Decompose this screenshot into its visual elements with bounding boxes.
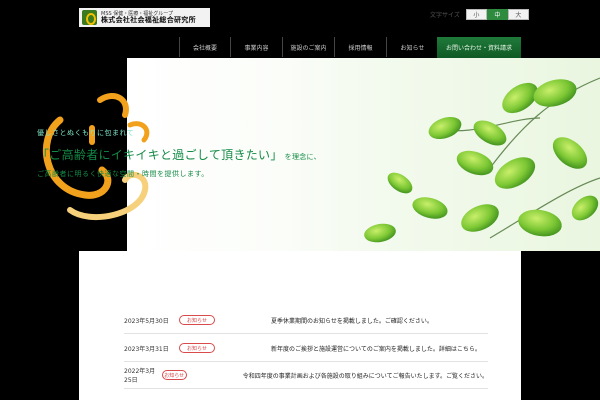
nav-item-facilities[interactable]: 施設のご案内	[283, 37, 335, 57]
hero-lead: 優しさとぬくもりに包まれて	[37, 129, 135, 137]
font-size-label: 文字サイズ	[430, 12, 460, 19]
logo-company-name: 株式会社社会福祉総合研究所	[101, 15, 196, 24]
news-row[interactable]: 2022年3月25日 お知らせ 令和四年度の事業計画および各施設の取り組みについ…	[124, 362, 488, 389]
nav-item-services[interactable]: 事業内容	[231, 37, 283, 57]
news-row[interactable]: 2023年3月31日 お知らせ 新年度のご挨拶と施設運営についてのご案内を掲載し…	[124, 335, 488, 362]
news-title-link[interactable]: 夏季休業期間のお知らせを掲載しました。ご確認ください。	[271, 316, 433, 325]
news-date: 2023年5月30日	[124, 317, 169, 325]
hero-title-suffix: を理念に、	[284, 153, 321, 161]
nav-item-news[interactable]: お知らせ	[387, 37, 439, 57]
hero-copy: 優しさとぬくもりに包まれて 「ご高齢者にイキイキと過ごして頂きたい」 を理念に、 …	[37, 128, 321, 179]
hero-subtitle: ご高齢者に明るく快適な空間・時間を提供します。	[37, 170, 209, 178]
logo-text: MSS 保健・医療・福祉グループ 株式会社社会福祉総合研究所	[101, 11, 196, 24]
news-row[interactable]: 2023年5月30日 お知らせ 夏季休業期間のお知らせを掲載しました。ご確認くだ…	[124, 307, 488, 334]
global-nav: 会社概要 事業内容 施設のご案内 採用情報 お知らせ	[179, 37, 439, 57]
font-size-switcher: 文字サイズ 小 中 大	[430, 9, 529, 20]
news-section: 2023年5月30日 お知らせ 夏季休業期間のお知らせを掲載しました。ご確認くだ…	[79, 251, 521, 400]
news-category-badge: お知らせ	[179, 315, 215, 325]
contact-button[interactable]: お問い合わせ・資料請求	[437, 37, 521, 58]
hero-title: 「ご高齢者にイキイキと過ごして頂きたい」 を理念に、	[37, 146, 321, 163]
news-category-badge: お知らせ	[161, 370, 187, 380]
news-date: 2022年3月25日	[124, 368, 156, 384]
logo-mark-icon	[82, 10, 97, 25]
nav-item-company[interactable]: 会社概要	[179, 37, 231, 57]
font-size-small-button[interactable]: 小	[465, 9, 487, 20]
font-size-medium-button[interactable]: 中	[486, 9, 508, 20]
nav-item-recruit[interactable]: 採用情報	[335, 37, 387, 57]
leaves-image	[364, 77, 600, 243]
site-logo[interactable]: MSS 保健・医療・福祉グループ 株式会社社会福祉総合研究所	[79, 8, 210, 27]
news-category-badge: お知らせ	[179, 343, 215, 353]
news-title-link[interactable]: 令和四年度の事業計画および各施設の取り組みについてご報告いたします。ご覧ください…	[243, 371, 488, 380]
hero-title-text: 「ご高齢者にイキイキと過ごして頂きたい」	[37, 148, 283, 162]
news-date: 2023年3月31日	[124, 345, 169, 353]
site-header: MSS 保健・医療・福祉グループ 株式会社社会福祉総合研究所 文字サイズ 小 中…	[0, 0, 600, 58]
font-size-large-button[interactable]: 大	[507, 9, 529, 20]
news-title-link[interactable]: 新年度のご挨拶と施設運営についてのご案内を掲載しました。詳細はこちら。	[271, 344, 481, 353]
